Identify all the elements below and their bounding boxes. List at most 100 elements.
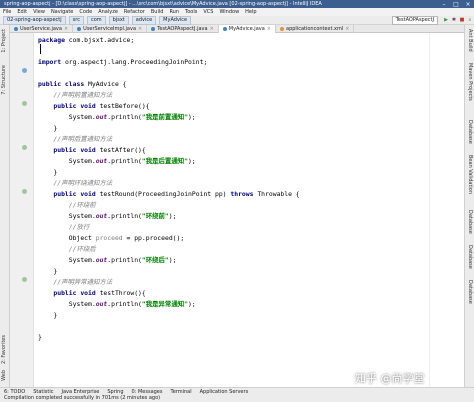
close-button[interactable]: × xyxy=(462,1,474,8)
menu-refactor[interactable]: Refactor xyxy=(121,9,148,15)
menu-file[interactable]: File xyxy=(0,9,14,15)
advice-marker-icon[interactable] xyxy=(22,101,27,106)
run-configuration-select[interactable]: TestAOPAspectJ xyxy=(391,15,438,25)
code-line-comment-before: //声明前置通知方法 xyxy=(38,90,112,101)
debug-icon[interactable]: ✱ xyxy=(450,17,458,23)
messages-tool-button[interactable]: 0: Messages xyxy=(128,389,167,395)
breadcrumb-com[interactable]: com xyxy=(86,15,106,25)
keyword: public void xyxy=(53,146,96,154)
close-tab-icon[interactable]: × xyxy=(345,25,349,33)
close-tab-icon[interactable]: × xyxy=(210,25,214,33)
window-title: spring-aop-aspectj - [D:\class\spring-ao… xyxy=(4,1,322,7)
string-literal: "环绕前" xyxy=(141,212,169,220)
right-margin-guide xyxy=(429,33,430,387)
structure-tool-button[interactable]: 7: Structure xyxy=(1,65,7,95)
stop-icon[interactable]: ■ xyxy=(458,17,466,23)
status-message: Compilation completed successfully in 70… xyxy=(4,395,161,401)
code-line-print-after: System.out.println("我是后置通知"); xyxy=(38,156,196,167)
maven-projects-tool-button[interactable]: Maven Projects xyxy=(467,63,473,101)
advice-marker-icon[interactable] xyxy=(22,145,27,150)
java-enterprise-tool-button[interactable]: Java Enterprise xyxy=(58,389,104,395)
comment: //声明异常通知方法 xyxy=(53,278,113,286)
menu-code[interactable]: Code xyxy=(76,9,95,15)
advice-marker-icon[interactable] xyxy=(22,277,27,282)
menu-analyze[interactable]: Analyze xyxy=(95,9,121,15)
code-line-comment-round1: //环绕前 xyxy=(38,200,96,211)
ant-build-tool-button[interactable]: Ant Build xyxy=(467,29,473,52)
code-line-method-after: public void testAfter(){ xyxy=(38,145,145,156)
application-servers-tool-button[interactable]: Application Servers xyxy=(196,389,253,395)
breadcrumb-advice[interactable]: advice xyxy=(131,15,157,25)
database-tool-button-4[interactable]: Database xyxy=(467,280,473,304)
xml-icon xyxy=(280,27,284,31)
project-tool-button[interactable]: 1: Project xyxy=(1,29,7,53)
field: out xyxy=(95,256,108,264)
bean-validation-tool-button[interactable]: Bean Validation xyxy=(467,155,473,194)
tab-label: MyAdvice.java xyxy=(228,26,265,32)
code-line-comment-round: //声明环绕通知方法 xyxy=(38,178,112,189)
menu-run[interactable]: Run xyxy=(166,9,182,15)
advice-marker-icon[interactable] xyxy=(22,189,27,194)
keyword: package xyxy=(38,36,65,44)
breadcrumb-bjsxt[interactable]: bjsxt xyxy=(108,15,129,25)
code-line-package: package com.bjsxt.advice; xyxy=(38,35,134,46)
interface-icon xyxy=(14,27,18,31)
string-literal: "我是前置通知" xyxy=(141,113,188,121)
identifier: System. xyxy=(68,113,96,121)
database-tool-button-2[interactable]: Database xyxy=(467,210,473,234)
tab-myadvice[interactable]: MyAdvice.java × xyxy=(218,25,276,33)
code-line-close: } xyxy=(38,123,57,134)
menu-help[interactable]: Help xyxy=(242,9,259,15)
run-icon[interactable]: ▶ xyxy=(442,17,450,23)
menu-build[interactable]: Build xyxy=(148,9,167,15)
tab-userservice[interactable]: UserService.java × xyxy=(10,25,74,33)
code-line-class: public class MyAdvice { xyxy=(38,79,127,90)
tab-label: TestAOPAspectJ.java xyxy=(157,26,208,32)
todo-tool-button[interactable]: 6: TODO xyxy=(0,389,29,395)
terminal-tool-button[interactable]: Terminal xyxy=(167,389,196,395)
package-name: com.bjsxt.advice; xyxy=(64,36,135,44)
menu-view[interactable]: View xyxy=(30,9,48,15)
punct: ); xyxy=(168,212,177,220)
menu-vcs[interactable]: VCS xyxy=(200,9,216,15)
breadcrumb-project[interactable]: 02-spring-aop-aspectj xyxy=(3,15,66,25)
database-tool-button-3[interactable]: Database xyxy=(467,245,473,269)
close-tab-icon[interactable]: × xyxy=(138,25,142,33)
identifier: .println( xyxy=(107,256,142,264)
menu-tools[interactable]: Tools xyxy=(182,9,200,15)
code-line-print-round1: System.out.println("环绕前"); xyxy=(38,211,177,222)
code-editor[interactable]: package com.bjsxt.advice; import org.asp… xyxy=(34,33,464,387)
keyword: public void xyxy=(53,190,96,198)
tab-label: applicationcontext.xml xyxy=(286,26,344,32)
navigation-bar: 02-spring-aop-aspectj src com bjsxt advi… xyxy=(0,15,474,25)
tab-userserviceimpl[interactable]: UserServiceImpl.java × xyxy=(73,25,148,33)
field: out xyxy=(95,300,108,308)
tab-applicationcontext[interactable]: applicationcontext.xml × xyxy=(276,25,355,33)
keyword: public void xyxy=(53,102,96,110)
method-signature: testBefore(){ xyxy=(95,102,150,110)
close-tab-icon[interactable]: × xyxy=(64,25,68,33)
punct: ); xyxy=(168,256,177,264)
identifier: System. xyxy=(68,300,96,308)
method-signature: testRound(ProceedingJoinPoint pp) xyxy=(95,190,231,198)
spring-tool-button[interactable]: Spring xyxy=(103,389,127,395)
close-tab-icon[interactable]: × xyxy=(267,25,271,33)
comment: //声明后置通知方法 xyxy=(53,135,113,143)
web-tool-button[interactable]: Web xyxy=(1,370,7,381)
text-caret xyxy=(40,44,41,54)
menu-edit[interactable]: Edit xyxy=(14,9,30,15)
menu-navigate[interactable]: Navigate xyxy=(48,9,76,15)
database-tool-button[interactable]: Database xyxy=(467,120,473,144)
minimize-button[interactable]: – xyxy=(438,1,450,8)
code-line-import: import org.aspectj.lang.ProceedingJoinPo… xyxy=(38,57,207,68)
brace: } xyxy=(53,124,58,132)
tab-testaopaspectj[interactable]: TestAOPAspectJ.java × xyxy=(147,25,219,33)
search-icon[interactable]: ⌕ xyxy=(466,17,474,23)
breadcrumb-myadvice[interactable]: MyAdvice xyxy=(159,15,192,25)
statistic-tool-button[interactable]: Statistic xyxy=(29,389,57,395)
menu-window[interactable]: Window xyxy=(216,9,242,15)
maximize-button[interactable]: □ xyxy=(450,1,462,8)
favorites-tool-button[interactable]: 2: Favorites xyxy=(1,335,7,364)
left-tool-strip: 1: Project 7: Structure 2: Favorites Web xyxy=(0,25,10,387)
breadcrumb-src[interactable]: src xyxy=(68,15,84,25)
